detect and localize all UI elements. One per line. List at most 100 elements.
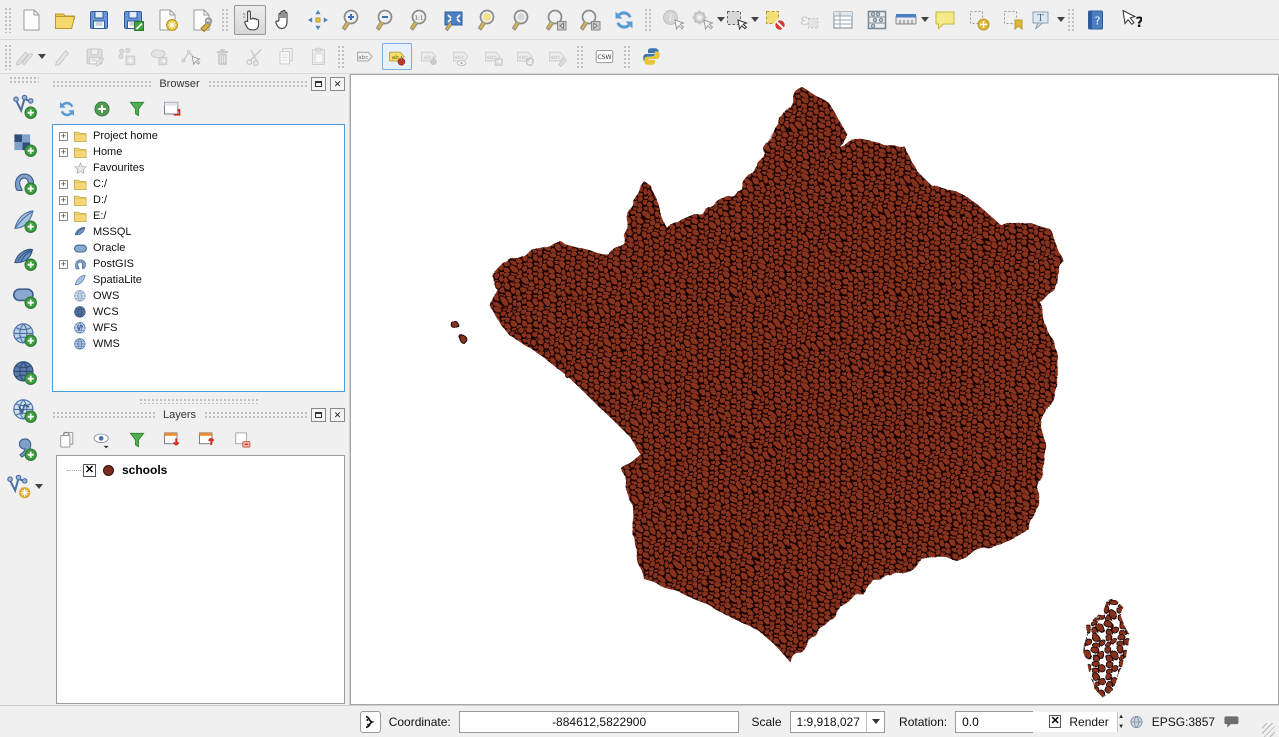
expand-icon[interactable]: +: [59, 132, 68, 141]
expand-icon[interactable]: +: [59, 196, 68, 205]
open-project-button[interactable]: [49, 5, 81, 35]
open-layer-styling-button[interactable]: [56, 429, 78, 451]
refresh-map-button[interactable]: [608, 5, 640, 35]
add-wms-layer-button[interactable]: [5, 316, 43, 352]
crs-globe-icon[interactable]: [1129, 714, 1144, 730]
add-feature-button[interactable]: [111, 43, 141, 70]
expand-icon[interactable]: +: [59, 260, 68, 269]
browser-item-wcs[interactable]: WCS: [53, 304, 344, 320]
show-bookmarks-button[interactable]: [997, 5, 1029, 35]
layer-visibility-checkbox[interactable]: ✕: [83, 464, 96, 477]
expand-icon[interactable]: +: [59, 180, 68, 189]
browser-item-c[interactable]: +C:/: [53, 176, 344, 192]
browser-item-e[interactable]: +E:/: [53, 208, 344, 224]
layers-float-button[interactable]: [311, 408, 326, 422]
save-layer-edits-button[interactable]: [79, 43, 109, 70]
add-vector-layer-button[interactable]: [5, 88, 43, 124]
browser-item-home[interactable]: +Home: [53, 144, 344, 160]
toolbar-handle[interactable]: [4, 44, 12, 70]
properties-widget-button[interactable]: [161, 98, 183, 120]
new-print-layout-button[interactable]: [151, 5, 183, 35]
python-console-button[interactable]: [636, 43, 666, 70]
new-shapefile-layer-button[interactable]: [5, 468, 43, 504]
paste-features-button[interactable]: [303, 43, 333, 70]
zoom-to-selection-button[interactable]: [472, 5, 504, 35]
cut-features-button[interactable]: [239, 43, 269, 70]
browser-item-d[interactable]: +D:/: [53, 192, 344, 208]
current-edits-button[interactable]: [15, 43, 45, 70]
layer-name[interactable]: schools: [122, 463, 167, 477]
text-annotation-button[interactable]: T: [1031, 5, 1063, 35]
expand-icon[interactable]: +: [59, 148, 68, 157]
vertex-tool-button[interactable]: [175, 43, 205, 70]
extent-tracking-button[interactable]: [360, 711, 381, 733]
browser-item-ows[interactable]: OWS: [53, 288, 344, 304]
layer-row-schools[interactable]: ✕ schools: [57, 460, 344, 480]
coordinate-input[interactable]: [459, 711, 740, 733]
add-spatialite-layer-button[interactable]: [5, 202, 43, 238]
help-contents-button[interactable]: ?: [1080, 5, 1112, 35]
chevron-down-icon[interactable]: [921, 17, 929, 22]
new-project-button[interactable]: [15, 5, 47, 35]
run-feature-action-button[interactable]: [691, 5, 723, 35]
collapse-all-button[interactable]: [196, 429, 218, 451]
browser-item-postgis[interactable]: +PostGIS: [53, 256, 344, 272]
show-hide-labels-button[interactable]: abc: [446, 43, 476, 70]
toolbar-handle[interactable]: [4, 7, 12, 33]
move-label-button[interactable]: abc: [478, 43, 508, 70]
pin-unpin-labels-button[interactable]: ab: [382, 43, 412, 70]
chevron-down-icon[interactable]: [38, 54, 46, 59]
browser-item-favourites[interactable]: Favourites: [53, 160, 344, 176]
add-wcs-layer-button[interactable]: [5, 354, 43, 390]
filter-legend-button[interactable]: [126, 429, 148, 451]
toggle-editing-button[interactable]: [47, 43, 77, 70]
statistical-summary-button[interactable]: [861, 5, 893, 35]
add-oracle-layer-button[interactable]: [5, 278, 43, 314]
browser-item-wms[interactable]: WMS: [53, 336, 344, 352]
save-project-as-button[interactable]: [117, 5, 149, 35]
browser-item-project-home[interactable]: +Project home: [53, 128, 344, 144]
scale-combobox[interactable]: 1:9,918,027: [790, 711, 886, 733]
chevron-down-icon[interactable]: [751, 17, 759, 22]
measure-button[interactable]: [895, 5, 927, 35]
browser-item-mssql[interactable]: MSSQL: [53, 224, 344, 240]
render-checkbox[interactable]: ✕: [1049, 715, 1061, 728]
delete-selected-button[interactable]: [207, 43, 237, 70]
pan-to-selection-button[interactable]: [302, 5, 334, 35]
refresh-browser-button[interactable]: [56, 98, 78, 120]
whats-this-button[interactable]: ?: [1114, 5, 1146, 35]
toolbar-handle[interactable]: [9, 76, 39, 84]
add-wfs-layer-button[interactable]: [5, 392, 43, 428]
select-features-button[interactable]: [725, 5, 757, 35]
map-tips-button[interactable]: [929, 5, 961, 35]
save-project-button[interactable]: [83, 5, 115, 35]
browser-item-oracle[interactable]: Oracle: [53, 240, 344, 256]
add-delimited-text-layer-button[interactable]: [5, 430, 43, 466]
browser-float-button[interactable]: [311, 77, 326, 91]
expand-all-button[interactable]: [161, 429, 183, 451]
browser-item-spatialite[interactable]: SpatiaLite: [53, 272, 344, 288]
identify-features-button[interactable]: i: [657, 5, 689, 35]
move-feature-button[interactable]: [143, 43, 173, 70]
layer-labeling-options-button[interactable]: abc: [350, 43, 380, 70]
new-bookmark-button[interactable]: [963, 5, 995, 35]
copy-features-button[interactable]: [271, 43, 301, 70]
rotate-label-button[interactable]: abc: [510, 43, 540, 70]
chevron-down-icon[interactable]: [35, 484, 43, 489]
metasearch-csw-button[interactable]: CSW: [589, 43, 619, 70]
touch-zoom-pan-button[interactable]: [234, 5, 266, 35]
spin-down-button[interactable]: ▼: [1118, 722, 1124, 732]
zoom-full-button[interactable]: [438, 5, 470, 35]
zoom-next-button[interactable]: [574, 5, 606, 35]
messages-bubble-icon[interactable]: [1223, 713, 1240, 731]
add-raster-layer-button[interactable]: [5, 126, 43, 162]
browser-item-wfs[interactable]: WFS: [53, 320, 344, 336]
add-mssql-layer-button[interactable]: [5, 240, 43, 276]
zoom-to-layer-button[interactable]: [506, 5, 538, 35]
spin-up-button[interactable]: ▲: [1118, 712, 1124, 722]
filter-browser-button[interactable]: [126, 98, 148, 120]
add-postgis-layer-button[interactable]: [5, 164, 43, 200]
crs-status[interactable]: EPSG:3857: [1152, 715, 1215, 729]
remove-layer-button[interactable]: [231, 429, 253, 451]
expand-icon[interactable]: +: [59, 212, 68, 221]
